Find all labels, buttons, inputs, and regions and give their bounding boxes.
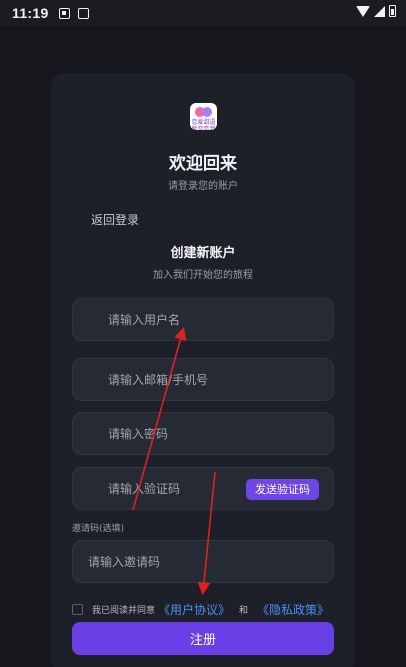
email-phone-field-box	[72, 358, 334, 401]
logo-text: 恋爱甜语 爱恋恋我	[191, 119, 216, 130]
username-field-box	[72, 298, 334, 341]
wifi-icon	[356, 5, 370, 17]
status-bar: 11:19	[0, 0, 406, 26]
invite-code-label: 邀请码(选填)	[72, 524, 125, 534]
screen-icon	[77, 7, 89, 19]
page-subtitle: 请登录您的账户	[168, 181, 238, 192]
send-code-button[interactable]: 发送验证码	[246, 479, 319, 500]
status-right-icons	[356, 5, 396, 17]
email-phone-input[interactable]	[73, 359, 333, 400]
battery-icon	[389, 5, 396, 17]
agree-checkbox[interactable]	[72, 603, 83, 615]
invite-code-input[interactable]	[73, 541, 333, 582]
signal-icon	[374, 5, 385, 17]
app-logo: 恋爱甜语 爱恋恋我	[190, 103, 217, 130]
register-subtitle: 加入我们开始您的旅程	[153, 270, 253, 281]
agreement-and: 和	[239, 605, 249, 616]
back-to-login-link[interactable]: 返回登录	[91, 211, 139, 228]
notification-a-icon	[58, 7, 70, 19]
code-field-box: 发送验证码	[72, 467, 334, 510]
privacy-policy-link[interactable]: 《隐私政策》	[257, 601, 329, 618]
heart-icon	[202, 107, 212, 117]
username-input[interactable]	[73, 299, 333, 340]
register-button[interactable]: 注册	[72, 622, 334, 655]
user-agreement-link[interactable]: 《用户协议》	[158, 601, 230, 618]
agreement-row: 我已阅读并同意 《用户协议》 和 《隐私政策》	[72, 601, 332, 618]
password-input[interactable]	[73, 413, 333, 454]
status-time: 11:19	[12, 5, 49, 21]
agreement-prefix: 我已阅读并同意	[92, 605, 156, 616]
password-field-box	[72, 412, 334, 455]
register-title: 创建新账户	[170, 246, 236, 261]
invite-field-box	[72, 540, 334, 583]
page-title: 欢迎回来	[169, 154, 237, 174]
